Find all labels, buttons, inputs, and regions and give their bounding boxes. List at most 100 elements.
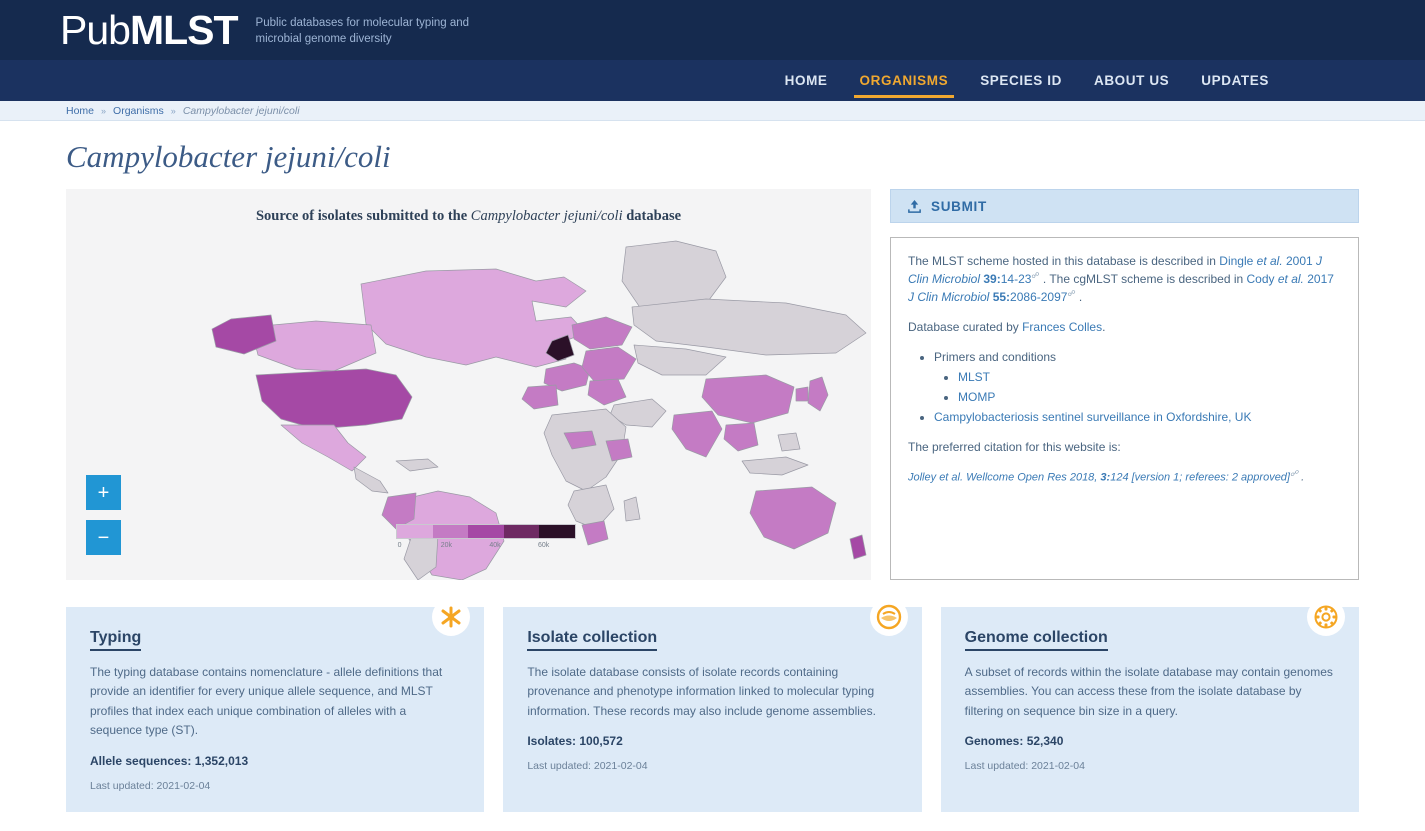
map-title-suffix: database bbox=[623, 208, 681, 224]
cody-year: 2017 bbox=[1304, 272, 1334, 286]
submit-button-label: SUBMIT bbox=[931, 199, 987, 214]
upload-icon bbox=[907, 199, 922, 214]
cody-journal: J Clin Microbiol bbox=[908, 290, 989, 304]
card-isolate-stat: Isolates: 100,572 bbox=[527, 734, 897, 748]
legend-swatch-3 bbox=[504, 525, 540, 538]
jolley-pages: 124 [version 1; referees: 2 approved] bbox=[1110, 472, 1290, 484]
curator-link[interactable]: Frances Colles bbox=[1022, 320, 1102, 334]
logo-pub-text: Pub bbox=[60, 7, 130, 53]
petri-dish-icon bbox=[870, 598, 908, 636]
jolley-etal: et al. bbox=[939, 472, 963, 484]
momp-primers-link[interactable]: MOMP bbox=[958, 390, 995, 404]
cody-author: Cody bbox=[1247, 272, 1278, 286]
main-navigation: HOME ORGANISMS SPECIES ID ABOUT US UPDAT… bbox=[0, 60, 1425, 101]
card-typing-title[interactable]: Typing bbox=[90, 629, 141, 651]
dingle-pages: 14-23 bbox=[1001, 272, 1032, 286]
map-zoom-controls: + − bbox=[86, 475, 121, 565]
legend-tick-3: 60k bbox=[538, 542, 549, 549]
mlst-primers-link[interactable]: MLST bbox=[958, 370, 990, 384]
dingle-etal: et al. bbox=[1257, 254, 1283, 268]
dingle-author: Dingle bbox=[1219, 254, 1256, 268]
nav-item-organisms[interactable]: ORGANISMS bbox=[844, 60, 965, 101]
list-item-primers: Primers and conditions MLST MOMP bbox=[934, 348, 1341, 406]
card-genome-updated: Last updated: 2021-02-04 bbox=[965, 760, 1335, 772]
site-logo[interactable]: PubMLST bbox=[60, 10, 238, 51]
card-typing-stat-value: 1,352,013 bbox=[195, 754, 248, 768]
card-isolate-title[interactable]: Isolate collection bbox=[527, 629, 657, 651]
breadcrumb-separator-1: » bbox=[101, 106, 106, 116]
curator-prefix: Database curated by bbox=[908, 320, 1022, 334]
site-tagline: Public databases for molecular typing an… bbox=[256, 13, 486, 47]
card-genome-stat-label: Genomes: bbox=[965, 734, 1024, 748]
card-typing-updated: Last updated: 2021-02-04 bbox=[90, 780, 460, 792]
card-genome-stat: Genomes: 52,340 bbox=[965, 734, 1335, 748]
card-genome-collection[interactable]: Genome collection A subset of records wi… bbox=[941, 607, 1359, 812]
legend-tick-1: 20k bbox=[441, 542, 452, 549]
dingle-year: 2001 bbox=[1283, 254, 1316, 268]
map-title: Source of isolates submitted to the Camp… bbox=[66, 189, 871, 225]
curator-paragraph: Database curated by Frances Colles. bbox=[908, 318, 1341, 336]
mlst-scheme-paragraph: The MLST scheme hosted in this database … bbox=[908, 252, 1341, 306]
citation-intro: The preferred citation for this website … bbox=[908, 438, 1341, 456]
breadcrumb-current: Campylobacter jejuni/coli bbox=[183, 105, 300, 117]
legend-tick-2: 40k bbox=[489, 542, 500, 549]
nav-item-species-id[interactable]: SPECIES ID bbox=[964, 60, 1078, 101]
card-isolate-collection[interactable]: Isolate collection The isolate database … bbox=[503, 607, 921, 812]
card-genome-description: A subset of records within the isolate d… bbox=[965, 663, 1335, 721]
breadcrumb-separator-2: » bbox=[171, 106, 176, 116]
card-isolate-description: The isolate database consists of isolate… bbox=[527, 663, 897, 721]
dingle-volume: 39: bbox=[980, 272, 1001, 286]
legend-tick-0: 0 bbox=[398, 542, 402, 549]
cody-etal: et al. bbox=[1278, 272, 1304, 286]
submit-button[interactable]: SUBMIT bbox=[890, 189, 1359, 223]
card-typing-description: The typing database contains nomenclatur… bbox=[90, 663, 460, 741]
page-title: Campylobacter jejuni/coli bbox=[0, 121, 1425, 189]
scheme-text-end: . bbox=[1076, 290, 1083, 304]
breadcrumb: Home » Organisms » Campylobacter jejuni/… bbox=[0, 101, 1425, 121]
page-root: PubMLST Public databases for molecular t… bbox=[0, 0, 1425, 831]
breadcrumb-organisms[interactable]: Organisms bbox=[113, 105, 164, 117]
jolley-volume: 3: bbox=[1100, 472, 1110, 484]
card-genome-stat-value: 52,340 bbox=[1027, 734, 1064, 748]
jolley-citation-link[interactable]: Jolley et al. Wellcome Open Res 2018, 3:… bbox=[908, 472, 1290, 484]
card-isolate-updated: Last updated: 2021-02-04 bbox=[527, 760, 897, 772]
resource-list: Primers and conditions MLST MOMP Campylo… bbox=[908, 348, 1341, 426]
card-typing-stat-label: Allele sequences: bbox=[90, 754, 191, 768]
primers-label: Primers and conditions bbox=[934, 350, 1056, 364]
list-item-mlst: MLST bbox=[958, 368, 1341, 386]
nav-item-about-us[interactable]: ABOUT US bbox=[1078, 60, 1185, 101]
database-cards-row: Typing The typing database contains nome… bbox=[0, 580, 1425, 812]
site-masthead: PubMLST Public databases for molecular t… bbox=[0, 0, 1425, 60]
map-zoom-in-button[interactable]: + bbox=[86, 475, 121, 510]
scheme-text-a: The MLST scheme hosted in this database … bbox=[908, 254, 1219, 268]
jolley-journal-year: Wellcome Open Res 2018, bbox=[963, 472, 1100, 484]
map-legend: 0 20k 40k 60k bbox=[396, 524, 576, 552]
nav-item-updates[interactable]: UPDATES bbox=[1185, 60, 1285, 101]
content-top-row: Source of isolates submitted to the Camp… bbox=[0, 189, 1425, 580]
map-legend-ticks: 0 20k 40k 60k bbox=[396, 542, 576, 552]
database-info-panel: SUBMIT The MLST scheme hosted in this da… bbox=[890, 189, 1359, 580]
map-zoom-out-button[interactable]: − bbox=[86, 520, 121, 555]
legend-swatch-2 bbox=[468, 525, 504, 538]
country-korea bbox=[796, 387, 808, 401]
logo-mlst-text: MLST bbox=[130, 7, 238, 53]
database-description-box: The MLST scheme hosted in this database … bbox=[890, 237, 1359, 580]
cody-volume: 55: bbox=[989, 290, 1010, 304]
isolate-source-map[interactable]: Source of isolates submitted to the Camp… bbox=[66, 189, 871, 580]
curator-suffix: . bbox=[1102, 320, 1105, 334]
card-typing[interactable]: Typing The typing database contains nome… bbox=[66, 607, 484, 812]
legend-swatch-1 bbox=[433, 525, 469, 538]
nav-item-home[interactable]: HOME bbox=[769, 60, 844, 101]
genome-ring-icon bbox=[1307, 598, 1345, 636]
surveillance-link[interactable]: Campylobacteriosis sentinel surveillance… bbox=[934, 410, 1251, 424]
map-title-species: Campylobacter jejuni/coli bbox=[471, 208, 623, 224]
asterisk-icon bbox=[432, 598, 470, 636]
cody-pages: 2086-2097 bbox=[1010, 290, 1067, 304]
legend-swatch-0 bbox=[397, 525, 433, 538]
card-isolate-stat-label: Isolates: bbox=[527, 734, 576, 748]
card-typing-stat: Allele sequences: 1,352,013 bbox=[90, 754, 460, 768]
primers-sublist: MLST MOMP bbox=[934, 368, 1341, 406]
breadcrumb-home[interactable]: Home bbox=[66, 105, 94, 117]
list-item-momp: MOMP bbox=[958, 388, 1341, 406]
card-genome-title[interactable]: Genome collection bbox=[965, 629, 1108, 651]
